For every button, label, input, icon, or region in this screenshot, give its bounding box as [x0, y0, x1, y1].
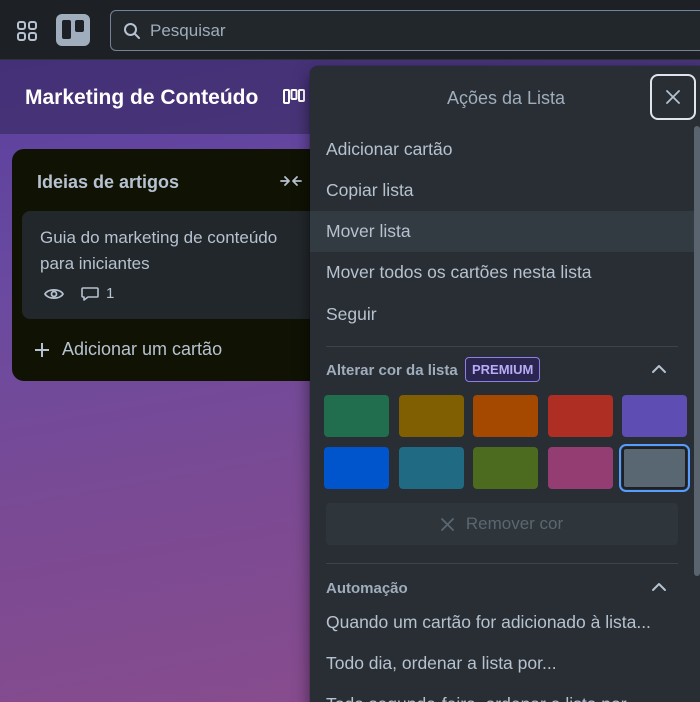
plus-icon — [35, 342, 49, 357]
menu-item-follow[interactable]: Seguir — [310, 294, 694, 335]
add-card-button[interactable]: Adicionar um cartão — [34, 339, 222, 360]
color-swatch[interactable] — [547, 395, 613, 437]
list-card[interactable]: Guia do marketing de conteúdo para inici… — [22, 211, 322, 319]
apps-grid-icon[interactable] — [16, 20, 38, 42]
divider — [326, 346, 678, 347]
menu-item-add-card[interactable]: Adicionar cartão — [310, 129, 694, 170]
color-section-title: Alterar cor da lista — [326, 362, 458, 379]
color-swatch[interactable] — [622, 395, 687, 437]
comment-icon — [81, 286, 99, 301]
watch-eye-icon — [44, 288, 64, 299]
search-input[interactable] — [150, 20, 650, 41]
menu-item-copy-list[interactable]: Copiar lista — [310, 170, 694, 211]
automation-item-card-added[interactable]: Quando um cartão for adicionado à lista.… — [310, 602, 694, 643]
automation-item-weekly-sort[interactable]: Toda segunda-feira, ordenar a lista por.… — [310, 684, 694, 702]
list-actions-popover: Ações da Lista Adicionar cartão Copiar l… — [310, 66, 700, 702]
color-swatch[interactable] — [619, 444, 690, 492]
chevron-up-icon[interactable] — [650, 363, 668, 375]
list-title[interactable]: Ideias de artigos — [37, 172, 179, 193]
color-swatch[interactable] — [398, 395, 464, 437]
divider — [326, 563, 678, 564]
search-box[interactable] — [110, 10, 700, 51]
close-icon — [440, 517, 454, 531]
card-title: Guia do marketing de conteúdo para inici… — [40, 228, 278, 273]
comment-count: 1 — [106, 285, 115, 302]
close-icon — [666, 90, 680, 104]
automation-section-title: Automação — [326, 580, 408, 597]
close-button[interactable] — [650, 74, 696, 120]
board-view-icon[interactable] — [283, 88, 305, 106]
remove-color-label: Remover cor — [465, 514, 564, 533]
color-swatch[interactable] — [473, 447, 538, 489]
top-navigation-bar — [0, 0, 700, 60]
color-swatch[interactable] — [324, 395, 389, 437]
menu-item-move-list[interactable]: Mover lista — [310, 211, 694, 252]
board-title[interactable]: Marketing de Conteúdo — [25, 86, 258, 110]
popover-scrollbar[interactable] — [694, 126, 700, 576]
search-icon — [124, 22, 140, 39]
automation-item-daily-sort[interactable]: Todo dia, ordenar a lista por... — [310, 643, 694, 684]
remove-color-button[interactable]: Remover cor — [326, 503, 678, 545]
premium-badge: PREMIUM — [465, 357, 541, 382]
trello-logo-icon[interactable] — [56, 14, 90, 46]
color-swatch[interactable] — [547, 447, 613, 489]
list-column: Ideias de artigos Guia do marketing de c… — [12, 149, 322, 381]
menu-item-move-all-cards[interactable]: Mover todos os cartões nesta lista — [310, 252, 694, 293]
card-badges: 1 — [44, 285, 114, 302]
popover-title: Ações da Lista — [446, 88, 566, 108]
chevron-up-icon[interactable] — [650, 581, 668, 593]
collapse-list-icon[interactable] — [280, 173, 302, 189]
color-swatch[interactable] — [398, 447, 464, 489]
color-swatch[interactable] — [324, 447, 389, 489]
color-swatch[interactable] — [473, 395, 538, 437]
add-card-label: Adicionar um cartão — [62, 339, 223, 359]
